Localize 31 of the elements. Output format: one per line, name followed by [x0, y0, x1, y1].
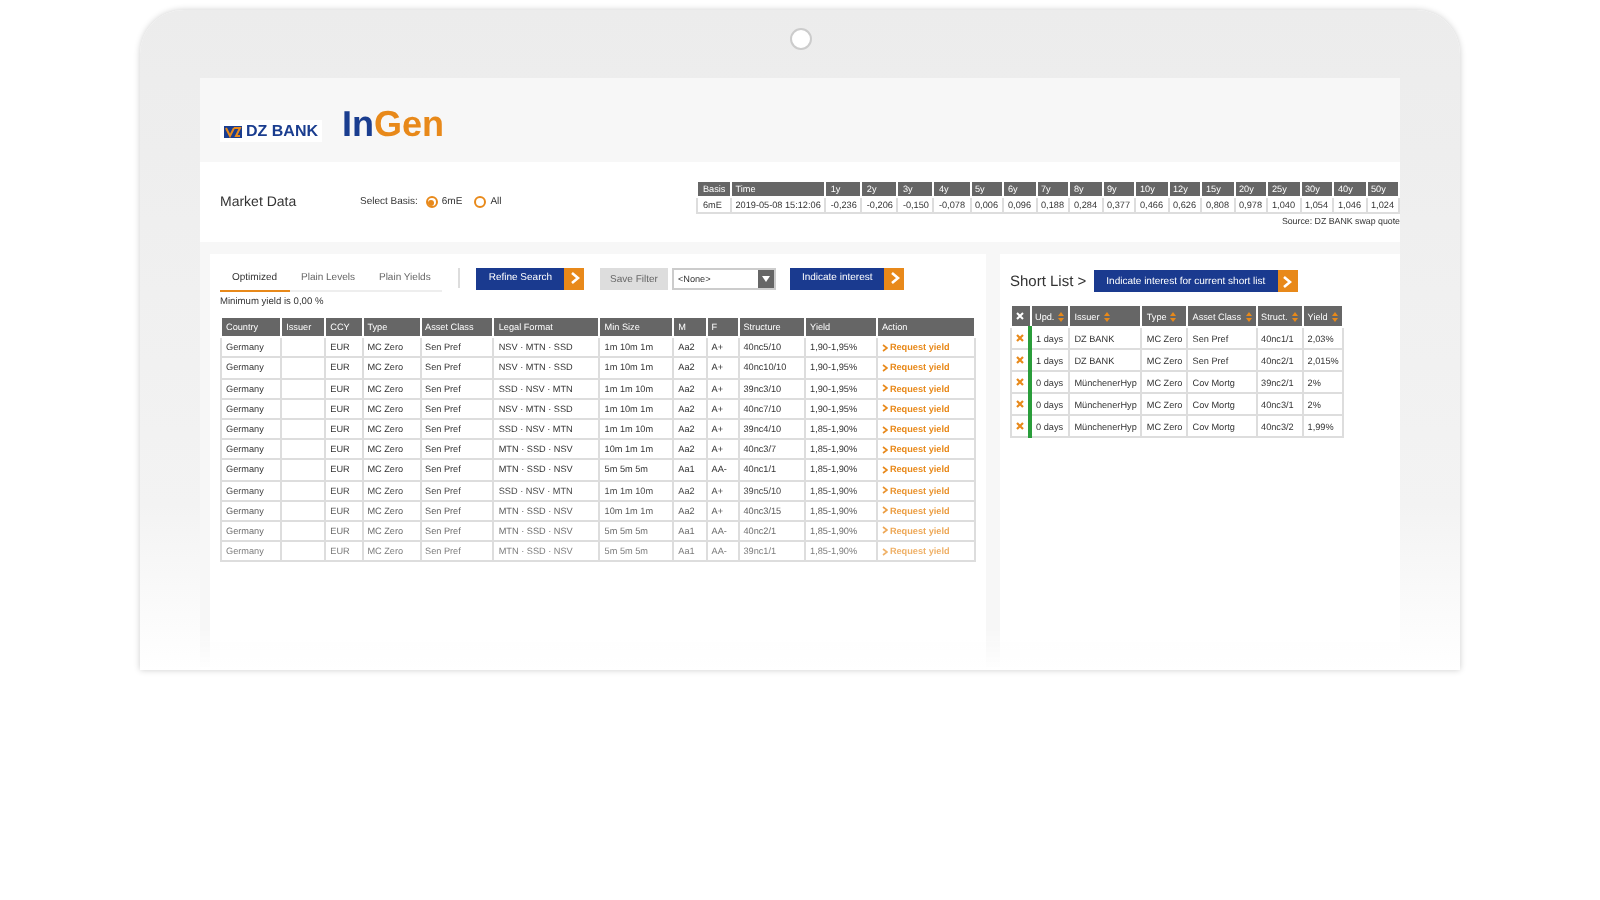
- bank-logo: DZ BANK: [220, 120, 322, 142]
- remove-all-icon[interactable]: [1016, 311, 1024, 319]
- sort-icon[interactable]: [1170, 311, 1177, 321]
- remove-icon[interactable]: [1016, 421, 1024, 429]
- sort-icon[interactable]: [1331, 311, 1338, 321]
- caret-icon: [761, 275, 770, 281]
- chevron-icon: [881, 363, 888, 372]
- sort-icon[interactable]: [1058, 311, 1065, 321]
- remove-icon[interactable]: [1016, 333, 1024, 341]
- chevron-icon: [881, 465, 888, 474]
- chevron-icon: [881, 343, 888, 352]
- app-logo: InGen: [342, 106, 445, 142]
- chevron-icon: [881, 425, 888, 434]
- chevron-icon: [1282, 275, 1293, 287]
- chevron-icon: [881, 404, 888, 413]
- chevron-icon: [881, 384, 888, 393]
- chevron-icon: [881, 486, 888, 495]
- remove-icon[interactable]: [1016, 377, 1024, 385]
- sort-icon[interactable]: [1245, 311, 1252, 321]
- chevron-icon: [881, 506, 888, 515]
- remove-icon[interactable]: [1016, 399, 1024, 407]
- remove-icon[interactable]: [1016, 355, 1024, 363]
- chevron-icon: [881, 547, 888, 556]
- chevron-icon: [881, 445, 888, 454]
- chevron-icon: [881, 526, 888, 535]
- sort-icon[interactable]: [1291, 311, 1298, 321]
- sort-icon[interactable]: [1103, 311, 1110, 321]
- arrow-button[interactable]: [1277, 270, 1298, 292]
- chevron-icon: [569, 272, 580, 284]
- camera-icon: [789, 28, 811, 50]
- chevron-icon: [889, 272, 900, 284]
